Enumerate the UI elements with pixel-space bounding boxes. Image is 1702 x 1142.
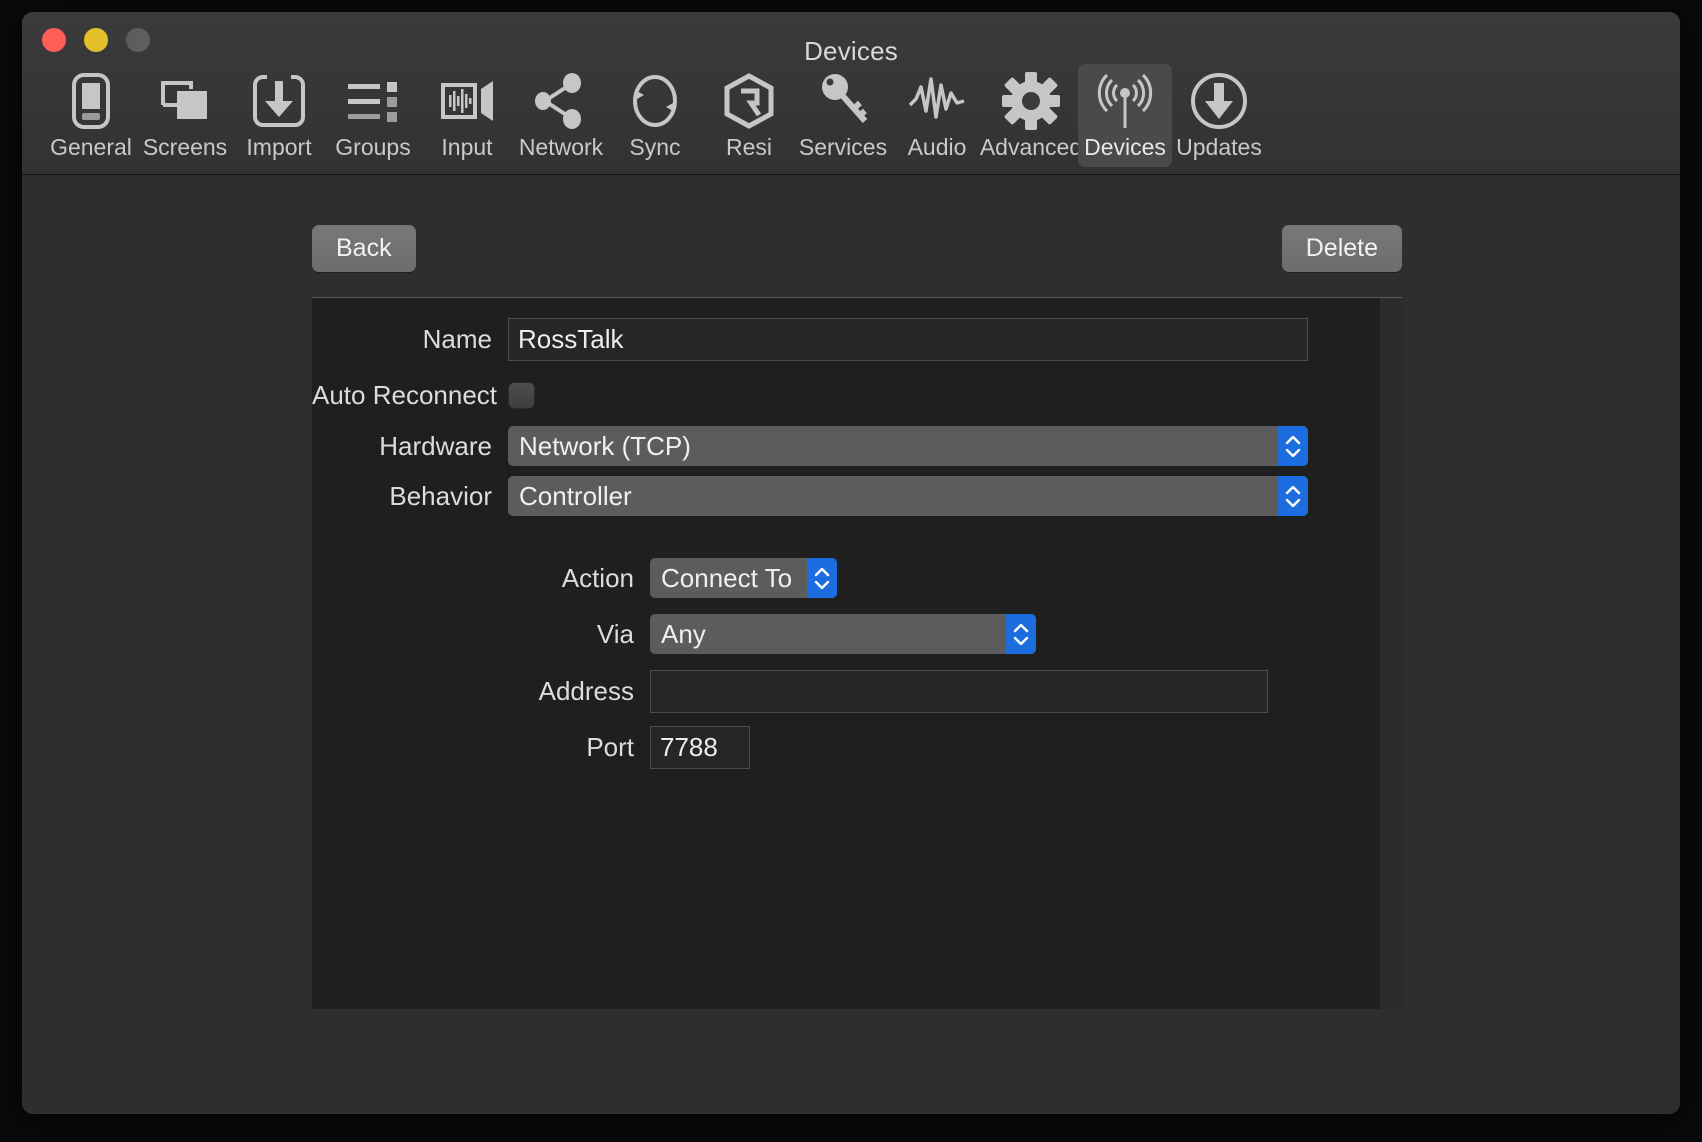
toolbar-label: Devices: [1084, 134, 1166, 160]
chevron-updown-icon[interactable]: [1278, 426, 1308, 466]
toolbar-item-devices[interactable]: Devices: [1078, 64, 1172, 167]
toolbar-label: Groups: [335, 134, 411, 160]
field-row-name: Name: [312, 318, 1380, 361]
toolbar-item-audio[interactable]: Audio: [890, 64, 984, 167]
toolbar-label: Input: [441, 134, 493, 160]
toolbar-item-services[interactable]: Services: [796, 64, 890, 167]
behavior-label: Behavior: [389, 480, 492, 511]
back-button[interactable]: Back: [312, 225, 416, 272]
toolbar-item-advanced[interactable]: Advanced: [980, 64, 1082, 167]
toolbar-item-screens[interactable]: Screens: [138, 64, 232, 167]
via-popup-button[interactable]: Any: [650, 614, 1036, 654]
toolbar-label: Updates: [1176, 134, 1262, 160]
input-icon: [437, 70, 497, 132]
name-label: Name: [422, 324, 492, 354]
toolbar-label: Audio: [907, 134, 967, 160]
via-value: Any: [661, 618, 706, 649]
field-row-address: Address: [312, 670, 1268, 713]
toolbar-label: Import: [246, 134, 312, 160]
device-settings-panel: Name Auto Reconnect Hardware Network (TC…: [312, 297, 1402, 1009]
toolbar-item-network[interactable]: Network: [514, 64, 608, 167]
field-row-behavior: Behavior Controller: [312, 476, 1380, 516]
audio-waveform-icon: [907, 70, 967, 132]
action-label: Action: [561, 562, 634, 593]
panel-header: Back Delete: [312, 225, 1402, 283]
devices-broadcast-icon: [1095, 70, 1155, 132]
panel-scrollbar[interactable]: [1380, 298, 1402, 1009]
import-icon: [249, 70, 309, 132]
general-icon: [61, 70, 121, 132]
field-row-action: Action Connect To: [312, 558, 837, 598]
toolbar: General Screens Import Groups Input Netw…: [44, 64, 1266, 167]
toolbar-label: Services: [798, 134, 888, 160]
chevron-updown-icon[interactable]: [1278, 476, 1308, 516]
content-area: Back Delete Name Auto Reconnect Hardware…: [22, 175, 1680, 1114]
field-row-hardware: Hardware Network (TCP): [312, 426, 1380, 466]
port-label: Port: [586, 732, 634, 762]
behavior-popup-button[interactable]: Controller: [508, 476, 1308, 516]
field-row-via: Via Any: [312, 614, 1036, 654]
toolbar-label: Network: [518, 134, 604, 160]
behavior-value: Controller: [519, 480, 632, 511]
updates-download-icon: [1189, 70, 1249, 132]
resi-icon: [719, 70, 779, 132]
sync-icon: [625, 70, 685, 132]
toolbar-label: Resi: [725, 134, 772, 160]
toolbar-item-resi[interactable]: Resi: [702, 64, 796, 167]
hardware-label: Hardware: [379, 430, 492, 461]
port-input[interactable]: [650, 726, 750, 769]
hardware-value: Network (TCP): [519, 430, 691, 461]
toolbar-label: Screens: [142, 134, 228, 160]
action-value: Connect To: [661, 562, 793, 593]
address-input[interactable]: [650, 670, 1268, 713]
toolbar-item-groups[interactable]: Groups: [326, 64, 420, 167]
delete-button[interactable]: Delete: [1281, 225, 1402, 272]
toolbar-label: General: [50, 134, 132, 160]
field-row-auto-reconnect: Auto Reconnect: [312, 380, 535, 411]
auto-reconnect-label: Auto Reconnect: [312, 380, 498, 410]
services-key-icon: [813, 70, 873, 132]
titlebar: Devices General Screens Import Groups In…: [22, 12, 1680, 175]
groups-icon: [343, 70, 403, 132]
via-label: Via: [596, 618, 634, 649]
hardware-popup-button[interactable]: Network (TCP): [508, 426, 1308, 466]
preferences-window: Devices General Screens Import Groups In…: [22, 12, 1680, 1114]
toolbar-item-updates[interactable]: Updates: [1172, 64, 1266, 167]
toolbar-item-input[interactable]: Input: [420, 64, 514, 167]
gear-icon: [1001, 70, 1061, 132]
window-title: Devices: [804, 36, 898, 66]
network-icon: [531, 70, 591, 132]
toolbar-label: Sync: [629, 134, 681, 160]
screens-icon: [155, 70, 215, 132]
action-popup-button[interactable]: Connect To: [650, 558, 837, 598]
field-row-port: Port: [312, 726, 750, 769]
toolbar-item-import[interactable]: Import: [232, 64, 326, 167]
chevron-updown-icon[interactable]: [807, 558, 837, 598]
name-input[interactable]: [508, 318, 1308, 361]
chevron-updown-icon[interactable]: [1006, 614, 1036, 654]
toolbar-item-general[interactable]: General: [44, 64, 138, 167]
address-label: Address: [538, 676, 634, 706]
toolbar-item-sync[interactable]: Sync: [608, 64, 702, 167]
toolbar-label: Advanced: [979, 134, 1083, 160]
auto-reconnect-checkbox[interactable]: [508, 382, 535, 409]
